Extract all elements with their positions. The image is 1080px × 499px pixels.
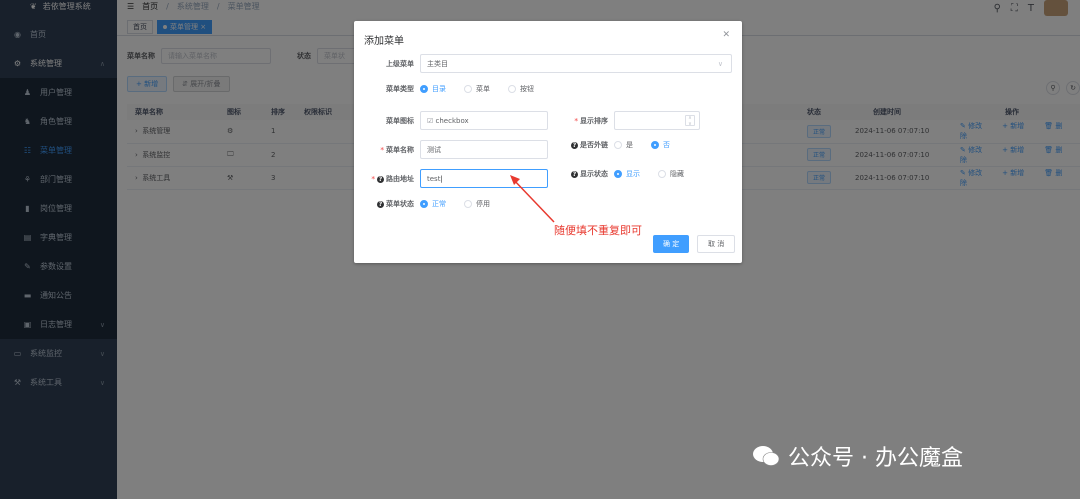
close-icon[interactable]: ✕ <box>722 30 730 40</box>
menu-status-row: ? 菜单状态 正常 停用 <box>360 199 508 209</box>
annotation-arrow <box>510 175 555 223</box>
visible-radio-show[interactable]: 显示 <box>614 169 640 179</box>
external-link-label: ? 是否外链 <box>571 141 608 149</box>
display-order-row: * 显示排序 ∧ ∨ <box>554 111 700 130</box>
question-icon: ? <box>377 175 384 183</box>
question-icon: ? <box>571 142 578 149</box>
visible-status-label: ? 显示状态 <box>571 170 608 178</box>
status-radio-disabled[interactable]: 停用 <box>464 199 490 209</box>
menu-icon-input[interactable]: ☑ checkbox <box>420 111 548 130</box>
menu-name-label: * 菜单名称 <box>380 145 414 154</box>
menu-name-row: * 菜单名称 测试 <box>360 140 548 159</box>
checkbox-icon: ☑ <box>427 116 434 125</box>
menu-type-label: 菜单类型 <box>386 85 414 93</box>
type-radio-menu[interactable]: 菜单 <box>464 84 490 94</box>
type-radio-button[interactable]: 按钮 <box>508 84 534 94</box>
status-radio-normal[interactable]: 正常 <box>420 199 446 209</box>
cancel-button[interactable]: 取 消 <box>697 235 736 253</box>
annotation-text: 随便填不重复即可 <box>554 224 642 237</box>
external-link-row: ? 是否外链 是 否 <box>554 140 688 150</box>
stepper-icon[interactable]: ∧ ∨ <box>685 115 695 127</box>
menu-type-row: 菜单类型 目录 菜单 按钮 <box>360 84 552 94</box>
menu-icon-label: 菜单图标 <box>386 116 414 125</box>
confirm-button[interactable]: 确 定 <box>653 235 690 253</box>
display-order-input[interactable]: ∧ ∨ <box>614 111 700 130</box>
wechat-icon <box>753 446 780 466</box>
type-radio-directory[interactable]: 目录 <box>420 84 446 94</box>
external-radio-yes[interactable]: 是 <box>614 140 633 150</box>
parent-menu-label: 上级菜单 <box>386 59 414 68</box>
menu-name-field[interactable]: 测试 <box>420 140 548 159</box>
chevron-down-icon: ∨ <box>717 59 723 68</box>
watermark: 公众号 · 办公魔盒 <box>752 440 963 472</box>
route-path-label: *? 路由地址 <box>371 174 414 183</box>
add-menu-dialog: 添加菜单 ✕ 上级菜单 主类目 ∨ 菜单类型 目录 菜单 按钮 菜单图标 ☑ ch… <box>354 21 742 263</box>
menu-status-label: ? 菜单状态 <box>377 200 414 208</box>
external-radio-no[interactable]: 否 <box>651 140 670 150</box>
parent-menu-select[interactable]: 主类目 ∨ <box>420 54 732 73</box>
dialog-title: 添加菜单 <box>364 36 404 47</box>
question-icon: ? <box>377 201 384 208</box>
visible-status-row: ? 显示状态 显示 隐藏 <box>554 169 702 179</box>
menu-icon-row: 菜单图标 ☑ checkbox <box>360 111 548 130</box>
parent-menu-row: 上级菜单 主类目 ∨ <box>360 54 732 73</box>
display-order-label: * 显示排序 <box>574 116 608 125</box>
question-icon: ? <box>571 171 578 178</box>
visible-radio-hide[interactable]: 隐藏 <box>658 169 684 179</box>
